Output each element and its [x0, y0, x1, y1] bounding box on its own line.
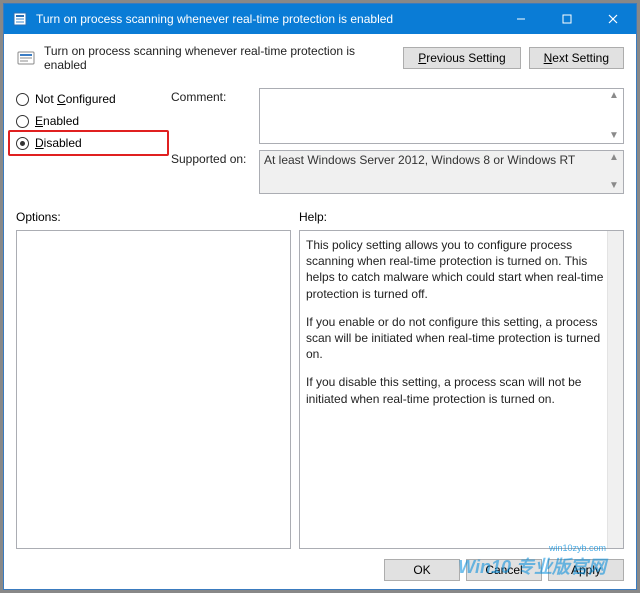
window-title: Turn on process scanning whenever real-t…	[36, 12, 498, 26]
maximize-button[interactable]	[544, 4, 590, 34]
previous-setting-button[interactable]: Previous Setting	[403, 47, 520, 69]
policy-icon	[16, 48, 36, 68]
next-setting-button[interactable]: Next Setting	[529, 47, 624, 69]
app-icon	[12, 11, 28, 27]
supported-label: Supported on:	[171, 150, 251, 194]
settings-row: Not Configured Enabled Disabled Comment:	[16, 88, 624, 194]
help-text-2: If you enable or do not configure this s…	[306, 314, 605, 363]
footer-buttons: OK Cancel Apply win10zyb.com Win10 专业版官网	[16, 549, 624, 581]
options-pane[interactable]	[16, 230, 291, 549]
scrollbar[interactable]: ▲▼	[607, 153, 621, 191]
titlebar[interactable]: Turn on process scanning whenever real-t…	[4, 4, 636, 34]
apply-button[interactable]: Apply	[548, 559, 624, 581]
minimize-button[interactable]	[498, 4, 544, 34]
help-column: Help: This policy setting allows you to …	[299, 206, 624, 549]
policy-title: Turn on process scanning whenever real-t…	[44, 44, 395, 72]
radio-label: Disabled	[35, 136, 82, 150]
window-buttons	[498, 4, 636, 34]
state-radios: Not Configured Enabled Disabled	[16, 88, 161, 194]
cancel-button[interactable]: Cancel	[466, 559, 542, 581]
scrollbar[interactable]	[607, 231, 623, 548]
radio-icon	[16, 115, 29, 128]
comment-input[interactable]: ▲▼	[259, 88, 624, 144]
radio-label: Enabled	[35, 114, 79, 128]
dialog-content: Turn on process scanning whenever real-t…	[4, 34, 636, 589]
supported-text: At least Windows Server 2012, Windows 8 …	[259, 150, 624, 194]
ok-button[interactable]: OK	[384, 559, 460, 581]
comment-row: Comment: ▲▼	[171, 88, 624, 144]
comment-label: Comment:	[171, 88, 251, 144]
dialog-window: Turn on process scanning whenever real-t…	[3, 3, 637, 590]
options-label: Options:	[16, 210, 291, 224]
lower-panes: Options: Help: This policy setting allow…	[16, 206, 624, 549]
help-text-3: If you disable this setting, a process s…	[306, 374, 605, 406]
help-text-1: This policy setting allows you to config…	[306, 237, 605, 302]
highlight-box: Disabled	[8, 130, 169, 156]
info-fields: Comment: ▲▼ Supported on: At least Windo…	[171, 88, 624, 194]
close-button[interactable]	[590, 4, 636, 34]
radio-icon	[16, 93, 29, 106]
help-pane[interactable]: This policy setting allows you to config…	[299, 230, 624, 549]
scrollbar[interactable]: ▲▼	[607, 91, 621, 141]
radio-label: Not Configured	[35, 92, 116, 106]
radio-disabled[interactable]: Disabled	[16, 136, 161, 150]
help-label: Help:	[299, 210, 624, 224]
radio-enabled[interactable]: Enabled	[16, 114, 161, 128]
supported-row: Supported on: At least Windows Server 20…	[171, 150, 624, 194]
radio-not-configured[interactable]: Not Configured	[16, 92, 161, 106]
options-column: Options:	[16, 206, 291, 549]
radio-icon	[16, 137, 29, 150]
header-row: Turn on process scanning whenever real-t…	[16, 44, 624, 72]
